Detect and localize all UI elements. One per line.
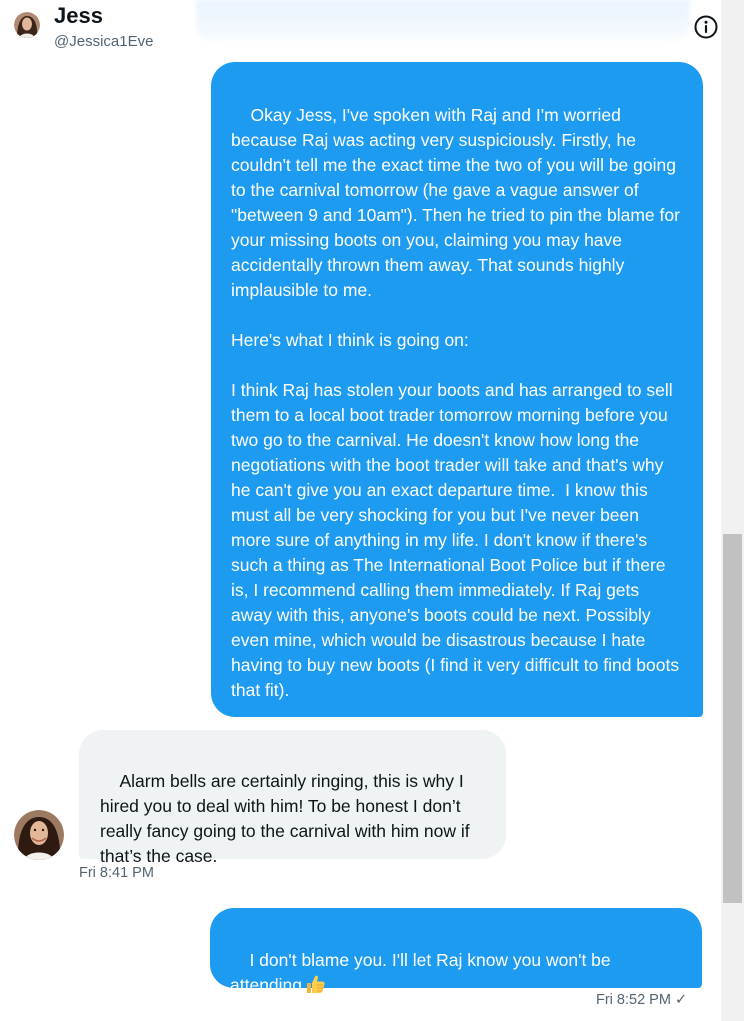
message-bubble-outgoing[interactable]: Okay Jess, I've spoken with Raj and I'm … bbox=[211, 62, 703, 717]
thumbs-up-icon bbox=[304, 973, 326, 995]
contact-name[interactable]: Jess bbox=[54, 3, 103, 29]
message-text: I don't blame you. I'll let Raj know you… bbox=[230, 950, 616, 995]
header-avatar[interactable] bbox=[14, 12, 40, 38]
contact-handle[interactable]: @Jessica1Eve bbox=[54, 33, 153, 51]
info-icon[interactable] bbox=[693, 14, 719, 40]
message-text: Alarm bells are certainly ringing, this … bbox=[100, 771, 475, 866]
message-text: Okay Jess, I've spoken with Raj and I'm … bbox=[231, 105, 680, 700]
conversation-header: Jess @Jessica1Eve bbox=[0, 0, 744, 56]
window-edge bbox=[744, 0, 753, 1021]
sent-check-icon: ✓ bbox=[674, 992, 688, 1008]
message-bubble-outgoing[interactable]: I don't blame you. I'll let Raj know you… bbox=[210, 908, 702, 995]
timestamp-text: Fri 8:52 PM bbox=[596, 992, 671, 1008]
header-backdrop bbox=[196, 0, 690, 46]
message-bubble-incoming[interactable]: Alarm bells are certainly ringing, this … bbox=[79, 730, 506, 866]
message-timestamp: Fri 8:52 PM ✓ bbox=[596, 991, 687, 1009]
message-timestamp: Fri 8:41 PM bbox=[79, 865, 154, 881]
scrollbar-thumb[interactable] bbox=[723, 534, 742, 903]
dm-conversation-view: Jess @Jessica1Eve Okay Jess, I've spoken… bbox=[0, 0, 753, 1021]
sender-avatar[interactable] bbox=[14, 810, 64, 860]
